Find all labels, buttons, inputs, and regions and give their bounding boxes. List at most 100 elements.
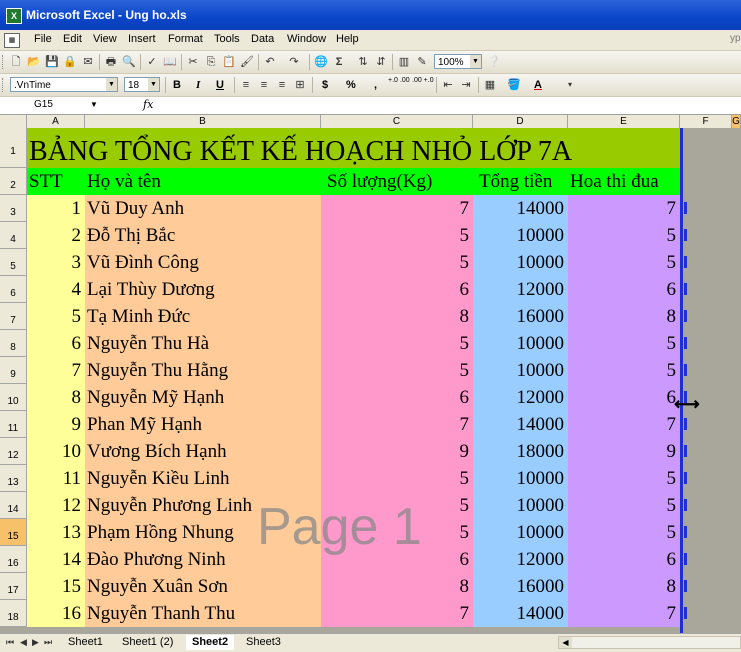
- cell-stt[interactable]: 13: [27, 519, 85, 546]
- chevron-down-icon[interactable]: ▼: [148, 78, 159, 91]
- cell-stt[interactable]: 9: [27, 411, 85, 438]
- cell-award[interactable]: 5: [568, 249, 680, 276]
- cell-name[interactable]: Nguyễn Thu Hà: [85, 330, 321, 357]
- research-icon[interactable]: 📖: [162, 54, 178, 70]
- cell-qty[interactable]: 5: [321, 357, 473, 384]
- row-header-18[interactable]: 18: [0, 600, 27, 627]
- font-size-combo[interactable]: 18 ▼: [124, 77, 160, 92]
- cell-total[interactable]: 16000: [473, 573, 568, 600]
- currency-button[interactable]: $: [322, 77, 328, 93]
- cell-award[interactable]: 5: [568, 357, 680, 384]
- cell-total[interactable]: 10000: [473, 222, 568, 249]
- cell-qty[interactable]: 7: [321, 411, 473, 438]
- open-icon[interactable]: 📂: [26, 54, 42, 70]
- cell-award[interactable]: 5: [568, 519, 680, 546]
- workbook-icon[interactable]: ▦: [4, 33, 20, 48]
- menu-window[interactable]: Window: [287, 33, 326, 45]
- insert-function-icon[interactable]: fx: [143, 98, 153, 111]
- row-header-9[interactable]: 9: [0, 357, 27, 384]
- cell-total[interactable]: 10000: [473, 519, 568, 546]
- cell-award[interactable]: 7: [568, 195, 680, 222]
- decrease-indent-icon[interactable]: ⇤: [440, 77, 456, 93]
- sheet-title-cell[interactable]: BẢNG TỔNG KẾT KẾ HOẠCH NHỎ LỚP 7A: [27, 128, 680, 168]
- align-left-icon[interactable]: ≡: [238, 77, 254, 93]
- row-header-15[interactable]: 15: [0, 519, 27, 546]
- chevron-down-icon[interactable]: ▼: [106, 78, 117, 91]
- cell-name[interactable]: Nguyễn Mỹ Hạnh: [85, 384, 321, 411]
- cell-award[interactable]: 6: [568, 384, 680, 411]
- cell-stt[interactable]: 2: [27, 222, 85, 249]
- cell-qty[interactable]: 9: [321, 438, 473, 465]
- column-header-f[interactable]: F: [680, 115, 732, 128]
- cell-stt[interactable]: 5: [27, 303, 85, 330]
- menu-tools[interactable]: Tools: [214, 33, 240, 45]
- type-question-box[interactable]: ype: [730, 33, 741, 44]
- print-icon[interactable]: 🖶: [103, 54, 119, 70]
- underline-button[interactable]: U: [216, 77, 224, 93]
- row-header-16[interactable]: 16: [0, 546, 27, 573]
- autosum-icon[interactable]: Σ: [331, 54, 347, 70]
- menu-format[interactable]: Format: [168, 33, 203, 45]
- row-header-4[interactable]: 4: [0, 222, 27, 249]
- cell-total[interactable]: 10000: [473, 492, 568, 519]
- cell-total[interactable]: 12000: [473, 384, 568, 411]
- cell-stt[interactable]: 14: [27, 546, 85, 573]
- cell-name[interactable]: Đỗ Thị Bắc: [85, 222, 321, 249]
- cell-award[interactable]: 8: [568, 573, 680, 600]
- font-color-button[interactable]: A: [534, 77, 542, 93]
- align-center-icon[interactable]: ≡: [256, 77, 272, 93]
- cell-qty[interactable]: 6: [321, 276, 473, 303]
- column-header-c[interactable]: C: [321, 115, 473, 128]
- percent-button[interactable]: %: [346, 77, 356, 93]
- menu-insert[interactable]: Insert: [128, 33, 156, 45]
- row-header-3[interactable]: 3: [0, 195, 27, 222]
- cell-stt[interactable]: 10: [27, 438, 85, 465]
- cell-total[interactable]: 16000: [473, 303, 568, 330]
- cell-award[interactable]: 9: [568, 438, 680, 465]
- select-all-corner[interactable]: [0, 115, 27, 128]
- font-name-combo[interactable]: .VnTime ▼: [10, 77, 118, 92]
- italic-button[interactable]: I: [196, 77, 200, 93]
- menu-view[interactable]: View: [93, 33, 117, 45]
- cell-name[interactable]: Tạ Minh Đức: [85, 303, 321, 330]
- cell-name[interactable]: Nguyễn Xuân Sơn: [85, 573, 321, 600]
- toolbar-grip[interactable]: [2, 55, 6, 69]
- header-qty[interactable]: Số lượng(Kg): [321, 168, 473, 195]
- cell-name[interactable]: Nguyễn Thu Hằng: [85, 357, 321, 384]
- cell-stt[interactable]: 7: [27, 357, 85, 384]
- print-preview-icon[interactable]: 🔍: [121, 54, 137, 70]
- row-header-6[interactable]: 6: [0, 276, 27, 303]
- cell-qty[interactable]: 5: [321, 330, 473, 357]
- cell-name[interactable]: Nguyễn Thanh Thu: [85, 600, 321, 627]
- cell-total[interactable]: 10000: [473, 249, 568, 276]
- row-header-14[interactable]: 14: [0, 492, 27, 519]
- cell-award[interactable]: 8: [568, 303, 680, 330]
- email-icon[interactable]: ✉: [80, 54, 96, 70]
- row-header-17[interactable]: 17: [0, 573, 27, 600]
- cell-award[interactable]: 5: [568, 330, 680, 357]
- tab-sheet1[interactable]: Sheet1: [62, 635, 109, 650]
- cell-name[interactable]: Vương Bích Hạnh: [85, 438, 321, 465]
- header-award[interactable]: Hoa thi đua: [568, 168, 680, 195]
- cell-stt[interactable]: 6: [27, 330, 85, 357]
- cell-total[interactable]: 12000: [473, 546, 568, 573]
- borders-icon[interactable]: ▦: [482, 77, 498, 93]
- fill-color-icon[interactable]: 🪣: [506, 77, 522, 93]
- cell-name[interactable]: Nguyễn Kiều Linh: [85, 465, 321, 492]
- row-header-8[interactable]: 8: [0, 330, 27, 357]
- first-sheet-icon[interactable]: ⏮: [6, 637, 14, 648]
- copy-icon[interactable]: ⎘: [203, 54, 219, 70]
- cell-qty[interactable]: 5: [321, 222, 473, 249]
- header-total[interactable]: Tổng tiền: [473, 168, 568, 195]
- cell-award[interactable]: 6: [568, 276, 680, 303]
- row-header-2[interactable]: 2: [0, 168, 27, 195]
- row-header-5[interactable]: 5: [0, 249, 27, 276]
- comma-button[interactable]: ,: [374, 77, 377, 93]
- cell-stt[interactable]: 3: [27, 249, 85, 276]
- cell-qty[interactable]: 8: [321, 573, 473, 600]
- format-painter-icon[interactable]: 🖌: [239, 54, 255, 70]
- cell-qty[interactable]: 6: [321, 384, 473, 411]
- bold-button[interactable]: B: [173, 77, 181, 93]
- row-header-13[interactable]: 13: [0, 465, 27, 492]
- menu-file[interactable]: File: [34, 33, 52, 45]
